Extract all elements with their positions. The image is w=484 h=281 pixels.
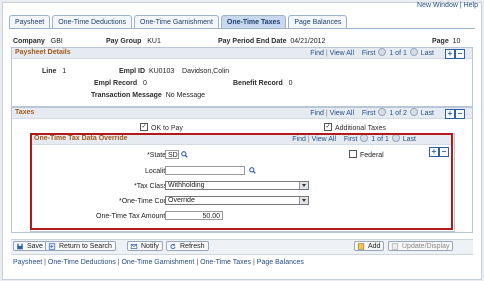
pay-period-end-date: Pay Period End Date 04/21/2012 (218, 38, 326, 45)
last-link[interactable]: Last (421, 50, 434, 57)
tab-one-time-deductions[interactable]: One-Time Deductions (52, 15, 133, 29)
paygroup-field: Pay Group KU1 (106, 38, 161, 45)
delete-row-icon[interactable]: − (455, 109, 465, 119)
line-field: Line 1 (42, 68, 67, 75)
benefit-record-field: Benefit Record 0 (233, 80, 293, 87)
checkbox-checked-icon[interactable]: ✓ (324, 123, 332, 132)
previous-icon[interactable] (378, 108, 387, 116)
add-button[interactable]: Add (354, 241, 385, 251)
link-page-balances[interactable]: Page Balances (257, 259, 304, 266)
bottom-links: Paysheet | One-Time Deductions | One-Tim… (13, 259, 304, 266)
tab-one-time-taxes[interactable]: One-Time Taxes (220, 15, 287, 29)
last-link[interactable]: Last (421, 110, 434, 117)
page-number: Page 10 (432, 38, 461, 45)
tab-bar: Paysheet One-Time Deductions One-Time Ga… (9, 15, 348, 29)
add-icon (357, 243, 365, 250)
link-one-time-taxes[interactable]: One-Time Taxes (200, 259, 251, 266)
tab-page-balances[interactable]: Page Balances (288, 15, 348, 29)
additional-taxes-checkbox[interactable]: ✓ Additional Taxes (324, 123, 386, 133)
link-one-time-deductions[interactable]: One-Time Deductions (48, 259, 116, 266)
save-icon (17, 243, 23, 250)
delete-row-icon[interactable]: − (455, 49, 465, 59)
save-button[interactable]: Save (13, 241, 47, 251)
link-paysheet[interactable]: Paysheet (13, 259, 42, 266)
first-link[interactable]: First (362, 110, 376, 117)
refresh-button[interactable]: Refresh (166, 241, 209, 251)
paysheet-details-group: Paysheet Details Find | View All First 1… (11, 47, 473, 107)
emplid-field: Empl ID KU0103 Davidson,Colin (119, 68, 230, 75)
paysheet-details-title: Paysheet Details (15, 49, 71, 56)
notify-button[interactable]: Notify (127, 241, 163, 251)
tab-paysheet[interactable]: Paysheet (9, 15, 51, 29)
view-all-link[interactable]: View All (330, 110, 354, 117)
transaction-message-field: Transaction Message No Message (91, 92, 205, 99)
find-link[interactable]: Find (310, 50, 324, 57)
page-frame: New Window | Help Paysheet One-Time Dedu… (2, 2, 482, 280)
first-link[interactable]: First (362, 50, 376, 57)
link-one-time-garnishment[interactable]: One-Time Garnishment (121, 259, 194, 266)
update-display-button[interactable]: Update/Display (388, 241, 454, 251)
empl-record-field: Empl Record 0 (94, 80, 147, 87)
paysheet-nav: Find | View All First 1 of 1 Last (310, 48, 434, 57)
checkbox-checked-icon[interactable]: ✓ (140, 123, 148, 132)
return-icon (48, 243, 56, 250)
ok-to-pay-checkbox[interactable]: ✓ OK to Pay (140, 123, 183, 133)
taxes-title: Taxes (15, 109, 35, 116)
row-counter: 1 of 1 (389, 49, 407, 57)
button-bar: Save Return to Search Notify Refresh Add… (11, 239, 473, 255)
highlight-annotation (30, 133, 453, 230)
tab-divider (9, 28, 475, 29)
view-all-link[interactable]: View All (330, 50, 354, 57)
previous-icon[interactable] (378, 48, 387, 56)
row-counter: 1 of 2 (389, 109, 407, 117)
return-to-search-button[interactable]: Return to Search (45, 241, 116, 251)
new-window-help-links[interactable]: New Window | Help (417, 2, 478, 9)
company-field: Company GBI (13, 38, 63, 45)
employee-name: Davidson,Colin (182, 68, 230, 75)
taxes-nav: Find | View All First 1 of 2 Last (310, 108, 434, 117)
add-row-icon[interactable]: + (445, 109, 455, 119)
next-icon[interactable] (409, 108, 418, 116)
update-icon (391, 243, 399, 250)
add-row-icon[interactable]: + (445, 49, 455, 59)
notify-icon (130, 244, 138, 249)
find-link[interactable]: Find (310, 110, 324, 117)
next-icon[interactable] (409, 48, 418, 56)
tab-one-time-garnishment[interactable]: One-Time Garnishment (134, 15, 219, 29)
refresh-icon (170, 243, 176, 250)
